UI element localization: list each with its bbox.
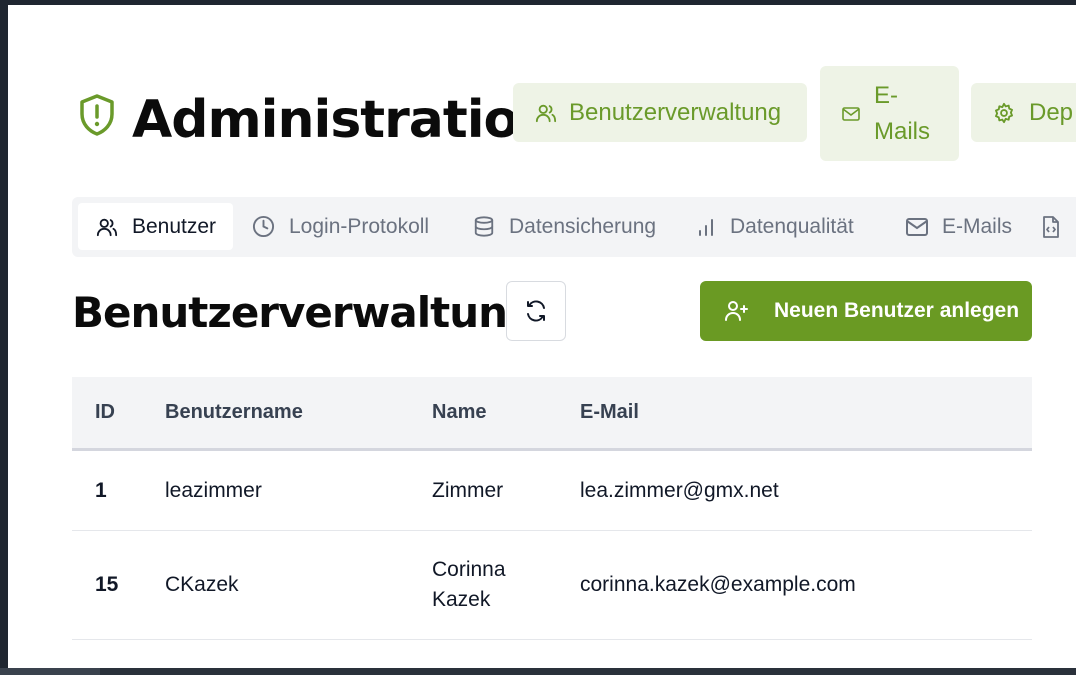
admin-panel: Administration Benutzerverwaltung E-Mail… (8, 5, 1076, 668)
section-title: Benutzerverwaltung (72, 288, 537, 337)
column-header-id[interactable]: ID (95, 377, 115, 448)
refresh-button[interactable] (506, 281, 566, 341)
taskbar (0, 668, 1076, 675)
cell-email: lea.zimmer@gmx.net (580, 478, 779, 502)
tab-emails[interactable]: E-Mails (906, 203, 1012, 250)
header-button-label: Dep (1029, 98, 1074, 126)
column-header-username[interactable]: Benutzername (165, 377, 303, 448)
tab-datensicherung[interactable]: Datensicherung (473, 203, 656, 250)
cell-name: Corinna Kazek (432, 531, 506, 639)
header-button-emails[interactable]: E-Mails (820, 66, 959, 161)
cell-id: 1 (95, 478, 107, 502)
tab-datenqualitaet[interactable]: Datenqualität (696, 203, 854, 250)
page-title: Administration (132, 90, 555, 150)
header-button-label: Benutzerverwaltung (569, 98, 782, 126)
add-user-button[interactable]: Neuen Benutzer anlegen (700, 281, 1032, 341)
table-header: ID Benutzername Name E-Mail (72, 377, 1032, 451)
cell-name-line: Zimmer (432, 478, 504, 502)
tab-label: Benutzer (132, 214, 217, 238)
clock-icon (252, 215, 275, 238)
users-icon (535, 104, 557, 122)
cell-email: corinna.kazek@example.com (580, 573, 856, 596)
table-row[interactable]: 1 leazimmer Zimmer lea.zimmer@gmx.net (72, 451, 1032, 531)
add-user-button-label: Neuen Benutzer anlegen (774, 299, 1020, 322)
cell-name-line: Corinna (432, 558, 506, 581)
cell-name-line: Kazek (432, 588, 491, 611)
tab-benutzer[interactable]: Benutzer (78, 203, 233, 250)
header-button-label: E-Mails (874, 81, 931, 145)
refresh-icon (527, 300, 545, 322)
mail-icon (842, 106, 860, 121)
column-header-name[interactable]: Name (432, 377, 486, 448)
tab-bar: Benutzer Login-Protokoll Datensicherung … (72, 197, 1076, 257)
bar-chart-icon (699, 218, 713, 236)
tab-more[interactable] (1042, 203, 1076, 250)
cell-id: 15 (95, 573, 119, 596)
column-header-email[interactable]: E-Mail (580, 377, 639, 448)
table-row[interactable]: 15 CKazek Corinna Kazek corinna.kazek@ex… (72, 531, 1032, 640)
tab-label: Login-Protokoll (289, 214, 430, 238)
header-button-dep[interactable]: Dep (971, 83, 1076, 142)
cell-username: CKazek (165, 573, 239, 596)
mail-icon (906, 217, 928, 236)
cell-username: leazimmer (165, 478, 262, 502)
header-button-benutzerverwaltung[interactable]: Benutzerverwaltung (513, 83, 807, 142)
file-code-icon (1043, 215, 1059, 238)
database-icon (474, 216, 494, 237)
window-frame-left (0, 0, 8, 675)
tab-login-protokoll[interactable]: Login-Protokoll (252, 203, 429, 250)
cell-name: Zimmer (432, 451, 503, 530)
tab-label: E-Mails (942, 214, 1013, 238)
users-icon (96, 218, 118, 236)
tab-label: Datensicherung (509, 214, 657, 238)
gear-icon (995, 102, 1013, 123)
user-plus-icon (725, 301, 748, 321)
tab-label: Datenqualität (730, 214, 854, 238)
taskbar-item[interactable] (0, 668, 100, 675)
users-table: ID Benutzername Name E-Mail 1 leazimmer … (72, 377, 1032, 640)
shield-icon (80, 94, 114, 136)
